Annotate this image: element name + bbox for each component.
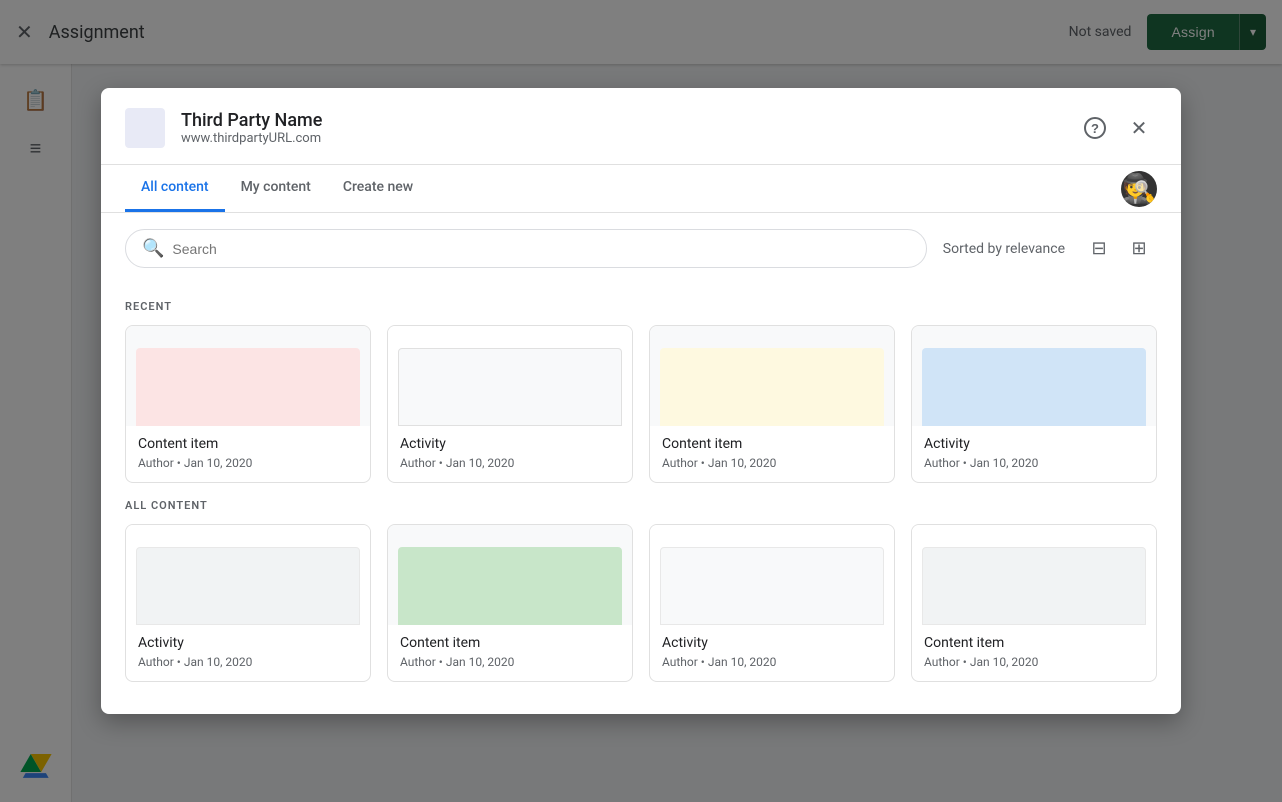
- card-5-thumbnail: [126, 525, 370, 625]
- provider-url: www.thirdpartyURL.com: [181, 131, 1077, 146]
- card-7-meta: Author • Jan 10, 2020: [662, 655, 882, 669]
- all-content-cards-grid: Activity Author • Jan 10, 2020 Content i…: [125, 524, 1157, 682]
- card-6-meta: Author • Jan 10, 2020: [400, 655, 620, 669]
- card-4[interactable]: Activity Author • Jan 10, 2020: [911, 325, 1157, 483]
- card-5-title: Activity: [138, 635, 358, 651]
- card-5[interactable]: Activity Author • Jan 10, 2020: [125, 524, 371, 682]
- card-1-thumbnail: [126, 326, 370, 426]
- modal-header: Third Party Name www.thirdpartyURL.com ?…: [101, 88, 1181, 165]
- modal-header-actions: ? ✕: [1077, 110, 1157, 146]
- grid-icon: ⊞: [1131, 238, 1146, 259]
- provider-info: Third Party Name www.thirdpartyURL.com: [181, 110, 1077, 146]
- card-6-thumbnail: [388, 525, 632, 625]
- card-3-thumbnail: [650, 326, 894, 426]
- card-4-meta: Author • Jan 10, 2020: [924, 456, 1144, 470]
- card-4-info: Activity Author • Jan 10, 2020: [912, 426, 1156, 482]
- card-7-thumb-color: [660, 547, 884, 625]
- card-1-meta: Author • Jan 10, 2020: [138, 456, 358, 470]
- card-6-title: Content item: [400, 635, 620, 651]
- card-7[interactable]: Activity Author • Jan 10, 2020: [649, 524, 895, 682]
- provider-logo: [125, 108, 165, 148]
- tab-create-new[interactable]: Create new: [327, 165, 429, 212]
- search-input[interactable]: [172, 241, 909, 257]
- card-5-info: Activity Author • Jan 10, 2020: [126, 625, 370, 681]
- card-2[interactable]: Activity Author • Jan 10, 2020: [387, 325, 633, 483]
- card-2-title: Activity: [400, 436, 620, 452]
- card-1-thumb-color: [136, 348, 360, 426]
- tab-all-content[interactable]: All content: [125, 165, 225, 212]
- card-1-info: Content item Author • Jan 10, 2020: [126, 426, 370, 482]
- card-2-thumb-color: [398, 348, 622, 426]
- provider-name: Third Party Name: [181, 110, 1077, 131]
- search-icon: 🔍: [142, 238, 164, 259]
- card-4-thumbnail: [912, 326, 1156, 426]
- card-1-title: Content item: [138, 436, 358, 452]
- card-8-thumb-color: [922, 547, 1146, 625]
- modal-overlay: Third Party Name www.thirdpartyURL.com ?…: [0, 0, 1282, 802]
- card-7-thumbnail: [650, 525, 894, 625]
- card-1[interactable]: Content item Author • Jan 10, 2020: [125, 325, 371, 483]
- card-7-info: Activity Author • Jan 10, 2020: [650, 625, 894, 681]
- filter-icon: ⊟: [1091, 238, 1106, 259]
- close-icon: ✕: [1131, 116, 1148, 141]
- card-8-info: Content item Author • Jan 10, 2020: [912, 625, 1156, 681]
- view-controls: ⊟ ⊞: [1081, 231, 1157, 267]
- card-5-meta: Author • Jan 10, 2020: [138, 655, 358, 669]
- modal-tabs: All content My content Create new 🕵️: [101, 165, 1181, 213]
- search-bar-container: 🔍 Sorted by relevance ⊟ ⊞: [101, 213, 1181, 284]
- card-8[interactable]: Content item Author • Jan 10, 2020: [911, 524, 1157, 682]
- card-3[interactable]: Content item Author • Jan 10, 2020: [649, 325, 895, 483]
- card-3-title: Content item: [662, 436, 882, 452]
- card-2-thumbnail: [388, 326, 632, 426]
- modal-content: RECENT Content item Author • Jan 10, 202…: [101, 284, 1181, 714]
- card-6-thumb-color: [398, 547, 622, 625]
- tab-my-content[interactable]: My content: [225, 165, 327, 212]
- card-6[interactable]: Content item Author • Jan 10, 2020: [387, 524, 633, 682]
- card-4-thumb-color: [922, 348, 1146, 426]
- card-5-thumb-color: [136, 547, 360, 625]
- card-4-title: Activity: [924, 436, 1144, 452]
- all-content-section-label: ALL CONTENT: [125, 499, 1157, 512]
- card-2-info: Activity Author • Jan 10, 2020: [388, 426, 632, 482]
- grid-view-button[interactable]: ⊞: [1121, 231, 1157, 267]
- card-2-meta: Author • Jan 10, 2020: [400, 456, 620, 470]
- card-8-title: Content item: [924, 635, 1144, 651]
- sort-label: Sorted by relevance: [943, 241, 1065, 257]
- card-3-info: Content item Author • Jan 10, 2020: [650, 426, 894, 482]
- help-icon: ?: [1084, 117, 1106, 139]
- modal-close-button[interactable]: ✕: [1121, 110, 1157, 146]
- filter-sort-button[interactable]: ⊟: [1081, 231, 1117, 267]
- card-3-meta: Author • Jan 10, 2020: [662, 456, 882, 470]
- card-6-info: Content item Author • Jan 10, 2020: [388, 625, 632, 681]
- recent-cards-grid: Content item Author • Jan 10, 2020 Activ…: [125, 325, 1157, 483]
- user-avatar-container: 🕵️: [1121, 171, 1157, 207]
- card-7-title: Activity: [662, 635, 882, 651]
- user-avatar[interactable]: 🕵️: [1121, 171, 1157, 207]
- search-wrapper: 🔍: [125, 229, 927, 268]
- card-3-thumb-color: [660, 348, 884, 426]
- recent-section-label: RECENT: [125, 300, 1157, 313]
- modal-dialog: Third Party Name www.thirdpartyURL.com ?…: [101, 88, 1181, 714]
- card-8-thumbnail: [912, 525, 1156, 625]
- help-button[interactable]: ?: [1077, 110, 1113, 146]
- card-8-meta: Author • Jan 10, 2020: [924, 655, 1144, 669]
